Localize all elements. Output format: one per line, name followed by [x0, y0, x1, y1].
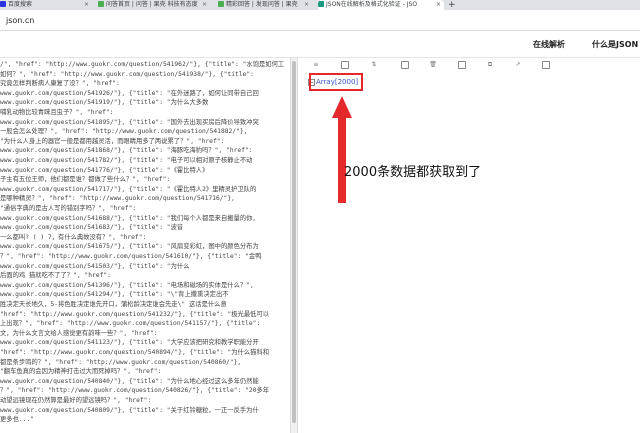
- code-line: ？", "href": "http://www.guokr.com/questi…: [0, 253, 262, 260]
- compress-icon[interactable]: [401, 61, 409, 69]
- code-line: 如何？", "href": "http://www.guokr.com/ques…: [0, 70, 254, 78]
- code-line: www.guokr.com/question/541675/"}, {"titl…: [0, 243, 259, 251]
- code-line: 动望远镜现在仍然算是最好的望远镜吗？", "href":: [0, 397, 152, 404]
- nav-what-is-json[interactable]: 什么是JSON: [592, 39, 638, 50]
- address-bar[interactable]: json.cn: [0, 10, 640, 31]
- json-favicon-icon: [318, 1, 324, 7]
- url-text[interactable]: json.cn: [6, 15, 34, 26]
- code-line: www.guokr.com/question/541776/"}, {"titl…: [0, 166, 209, 174]
- copy-icon[interactable]: [341, 61, 349, 69]
- code-line: 一般会怎么处理？", "href": "http://www.guokr.com…: [0, 128, 248, 136]
- format-icon[interactable]: [458, 61, 466, 69]
- tab-title: 精彩回答 | 发现问答 | 果壳: [226, 1, 298, 8]
- guokr-favicon-icon: [98, 1, 104, 7]
- code-line: 更多也...": [0, 416, 35, 424]
- tab-close-icon[interactable]: ×: [202, 0, 207, 10]
- guokr-favicon-icon: [218, 1, 224, 7]
- code-line: 究竟怎样判断病人康复了没？", "href":: [0, 80, 120, 88]
- code-line: 子主有五位王师，他们都是谁？都做了些什么？", "href":: [0, 176, 171, 184]
- tab-close-icon[interactable]: ×: [84, 0, 89, 10]
- annotation-highlight-box: [309, 73, 363, 91]
- annotation-text: 2000条数据都获取到了: [344, 165, 482, 180]
- code-line: ？", "href": "http://www.guokr.com/questi…: [0, 387, 270, 395]
- expand-icon[interactable]: ↗: [514, 61, 522, 69]
- json-tree-viewer: ≡ ⇅ 🗑 ⧉ ↗ − Array[2000] 2000条数据都获取到了: [298, 58, 640, 433]
- code-line: "href": "http://www.guokr.com/question/5…: [0, 349, 270, 356]
- code-line: www.guokr.com/question/541782/"}, {"titl…: [0, 157, 253, 164]
- code-line: /", "href": "http://www.guokr.com/questi…: [0, 61, 285, 68]
- code-line: 上出现？", "href": "http://www.guokr.com/que…: [0, 320, 261, 328]
- tab-close-icon[interactable]: ×: [304, 0, 309, 10]
- tab-guokr-answers[interactable]: 精彩回答 | 发现问答 | 果壳 ×: [218, 0, 312, 10]
- code-line: 哺乳动物比较青睐且虫子？", "href":: [0, 109, 114, 116]
- code-line: www.guokr.com/question/541919/"}, {"titl…: [0, 99, 209, 107]
- code-line: 都是条步鸣的？", "href": "http://www.guokr.com/…: [0, 358, 242, 366]
- code-line: www.guokr.com/question/541683/"}, {"titl…: [0, 224, 184, 232]
- code-line: www.guokr.com/question/541503/"}, {"titl…: [0, 262, 190, 270]
- tab-title: 问答首页 | 问答 | 果壳 科技有态度: [106, 1, 198, 8]
- new-tab-icon[interactable]: +: [448, 0, 456, 10]
- code-line: "href": "http://www.guokr.com/question/5…: [0, 310, 270, 318]
- code-line: 文，为什么文言文给人感觉更有韵味一些？", "href":: [0, 329, 158, 337]
- nav-online-parse[interactable]: 在线解析: [533, 39, 565, 50]
- tab-title: JSON在线解析及格式化验证 - JSO: [326, 1, 418, 8]
- tab-guokr-home[interactable]: 问答首页 | 问答 | 果壳 科技有态度 ×: [98, 0, 210, 10]
- tab-close-icon[interactable]: ×: [436, 0, 441, 10]
- share-icon[interactable]: [542, 61, 550, 69]
- code-line: "为什么人身上的器官一般是都用越灵活，而眼睛用多了两说累了？", "href":: [0, 137, 225, 145]
- code-line: www.guokr.com/question/541123/"}, {"titl…: [0, 339, 259, 347]
- code-line: www.guokr.com/question/541895/"}, {"titl…: [0, 118, 259, 126]
- annotation-arrow-icon: [332, 96, 352, 203]
- clear-icon[interactable]: 🗑: [429, 61, 437, 69]
- code-line: "通俗字典的是古人写的错别字吗？", "href":: [0, 205, 137, 212]
- code-line: www.guokr.com/question/541294/"}, {"titl…: [0, 291, 229, 299]
- code-line: www.guokr.com/question/540840/"}, {"titl…: [0, 377, 259, 385]
- sort-icon[interactable]: ⇅: [370, 61, 378, 69]
- code-line: 胜决定天长地久，5-将色胜决定谁先开口，蒲松龄决定谁会先走\" 这话是什么意: [0, 301, 227, 308]
- editor-scrollbar[interactable]: [290, 58, 298, 433]
- code-line: 是哪种精灵？", "href": "http://www.guokr.com/q…: [0, 195, 235, 203]
- code-line: www.guokr.com/question/540809/"}, {"titl…: [0, 406, 259, 414]
- viewer-toolbar: ≡ ⇅ 🗑 ⧉ ↗: [298, 58, 640, 72]
- site-header: 在线解析 什么是JSON: [0, 31, 640, 58]
- code-line: www.guokr.com/question/541868/"}, {"titl…: [0, 147, 253, 155]
- json-input-editor[interactable]: /", "href": "http://www.guokr.com/questi…: [0, 58, 290, 433]
- code-line: www.guokr.com/question/541396/"}, {"titl…: [0, 281, 254, 289]
- code-line: 后面的鸡 猫就吃不了了？", "href":: [0, 272, 111, 280]
- tab-baidu[interactable]: 百度搜索 ×: [0, 0, 92, 10]
- save-icon[interactable]: ⧉: [486, 61, 494, 69]
- expand-all-icon[interactable]: ≡: [312, 61, 320, 69]
- tab-json-cn[interactable]: JSON在线解析及格式化验证 - JSO ×: [318, 0, 444, 10]
- code-line: www.guokr.com/question/541688/"}, {"titl…: [0, 214, 259, 222]
- code-line: www.guokr.com/question/541926/"}, {"titl…: [0, 89, 259, 97]
- code-line: www.guokr.com/question/541717/"}, {"titl…: [0, 185, 257, 193]
- scrollbar-thumb[interactable]: [292, 61, 296, 423]
- code-line: "翻车鱼真的会因为精神打击过大而死掉吗？", "href":: [0, 368, 162, 376]
- code-line: 一么都叫? ( ) 7，有什么典故没有？", "href":: [0, 233, 147, 241]
- browser-tab-strip: 百度搜索 × 问答首页 | 问答 | 果壳 科技有态度 × 精彩回答 | 发现问…: [0, 0, 640, 10]
- baidu-favicon-icon: [0, 1, 6, 7]
- tab-title: 百度搜索: [8, 1, 33, 8]
